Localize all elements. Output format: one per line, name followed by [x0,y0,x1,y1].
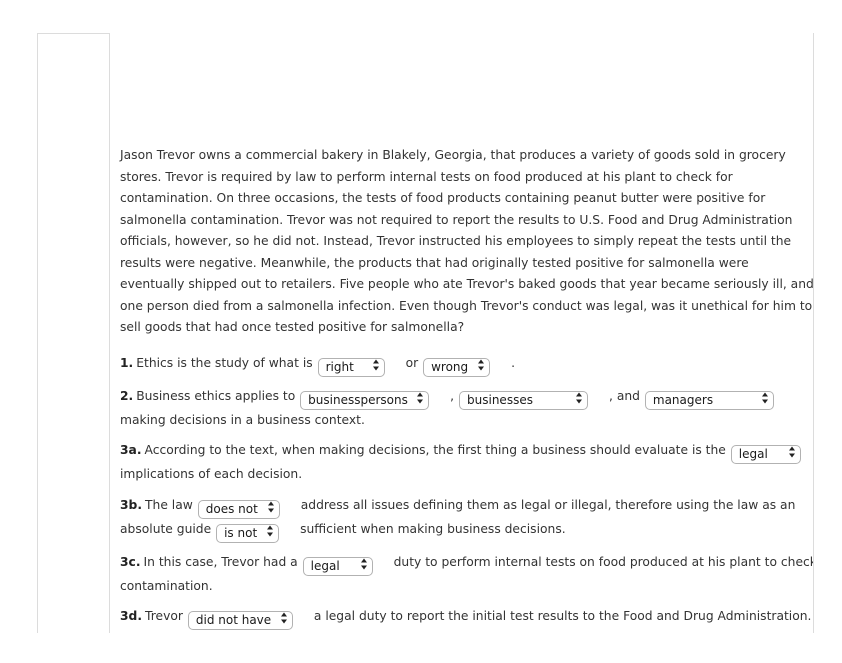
exercise-page: Jason Trevor owns a commercial bakery in… [0,0,842,663]
question-3d: 3d.Trevor did not havedid have a legal du… [120,606,813,630]
question-number: 3d. [120,609,143,623]
dropdown-q1-right-wrong[interactable]: rightwrong [317,353,386,377]
questions-list: 1.Ethics is the study of what is rightwr… [120,353,813,634]
question-text: . [511,355,516,370]
question-text: According to the text, when making decis… [144,443,726,457]
question-text: Ethics is the study of what is [136,355,313,370]
question-number: 1. [120,355,134,370]
question-text: Business ethics applies to [136,388,296,403]
select-q2-businesses[interactable]: businessesbusinesspersonsmanagers [459,390,589,410]
content-panel: Jason Trevor owns a commercial bakery in… [110,33,814,633]
question-text: sufficient when making business decision… [300,521,566,536]
dropdown-q3b-is-not[interactable]: is notis [215,519,280,543]
question-number: 3a. [120,443,142,457]
dropdown-q2-businesses[interactable]: businessesbusinesspersonsmanagers [458,386,589,410]
select-q1-right-wrong[interactable]: rightwrong [317,357,385,377]
question-text: or [405,355,419,370]
question-text: making decisions in a business context. [120,412,365,427]
question-text: Trevor [145,609,183,623]
dropdown-q2-businesspersons[interactable]: businesspersonsbusinessesmanagers [299,386,430,410]
dropdown-q3c-legal[interactable]: legalethicalmoral [302,552,374,576]
question-text: , and [609,388,640,403]
select-q3b-does-not[interactable]: does notdoes [197,499,280,519]
question-2: 2. Business ethics applies to businessper… [120,386,813,432]
question-text: implications of each decision. [120,467,303,481]
select-q2-managers[interactable]: managersbusinessesbusinesspersons [644,390,774,410]
dropdown-q3b-does-not[interactable]: does notdoes [197,495,281,519]
question-3a: 3a. According to the text, when making de… [120,440,813,486]
question-1: 1.Ethics is the study of what is rightwr… [120,353,813,377]
question-number: 3b. [120,497,143,512]
select-q3c-legal[interactable]: legalethicalmoral [302,556,373,576]
select-q2-businesspersons[interactable]: businesspersonsbusinessesmanagers [300,390,430,410]
question-number: 3c. [120,554,141,569]
question-text: a legal duty to report the initial test … [313,609,812,623]
question-number: 2. [120,388,134,403]
select-q1-wrong-right[interactable]: wrongright [423,357,491,377]
dropdown-q3d-did-not-have[interactable]: did not havedid have [187,606,294,630]
question-text: The law [145,497,193,512]
select-q3a-legal[interactable]: legalethicalpublic [730,445,801,464]
dropdown-q2-managers[interactable]: managersbusinessesbusinesspersons [644,386,775,410]
question-text: In this case, Trevor had a [143,554,298,569]
select-q3b-is-not[interactable]: is notis [216,523,280,543]
left-side-panel [37,33,110,633]
question-3c: 3c.In this case, Trevor had a legalethic… [120,552,813,598]
dropdown-q3a-legal[interactable]: legalethicalpublic [730,440,802,464]
scenario-paragraph: Jason Trevor owns a commercial bakery in… [120,148,814,334]
select-q3d-did-not-have[interactable]: did not havedid have [187,611,293,630]
question-3b: 3b.The law does notdoesaddress all issue… [120,495,813,543]
question-text: , [450,388,455,403]
dropdown-q1-wrong-right[interactable]: wrongright [422,353,491,377]
content-inner: Jason Trevor owns a commercial bakery in… [110,33,814,634]
